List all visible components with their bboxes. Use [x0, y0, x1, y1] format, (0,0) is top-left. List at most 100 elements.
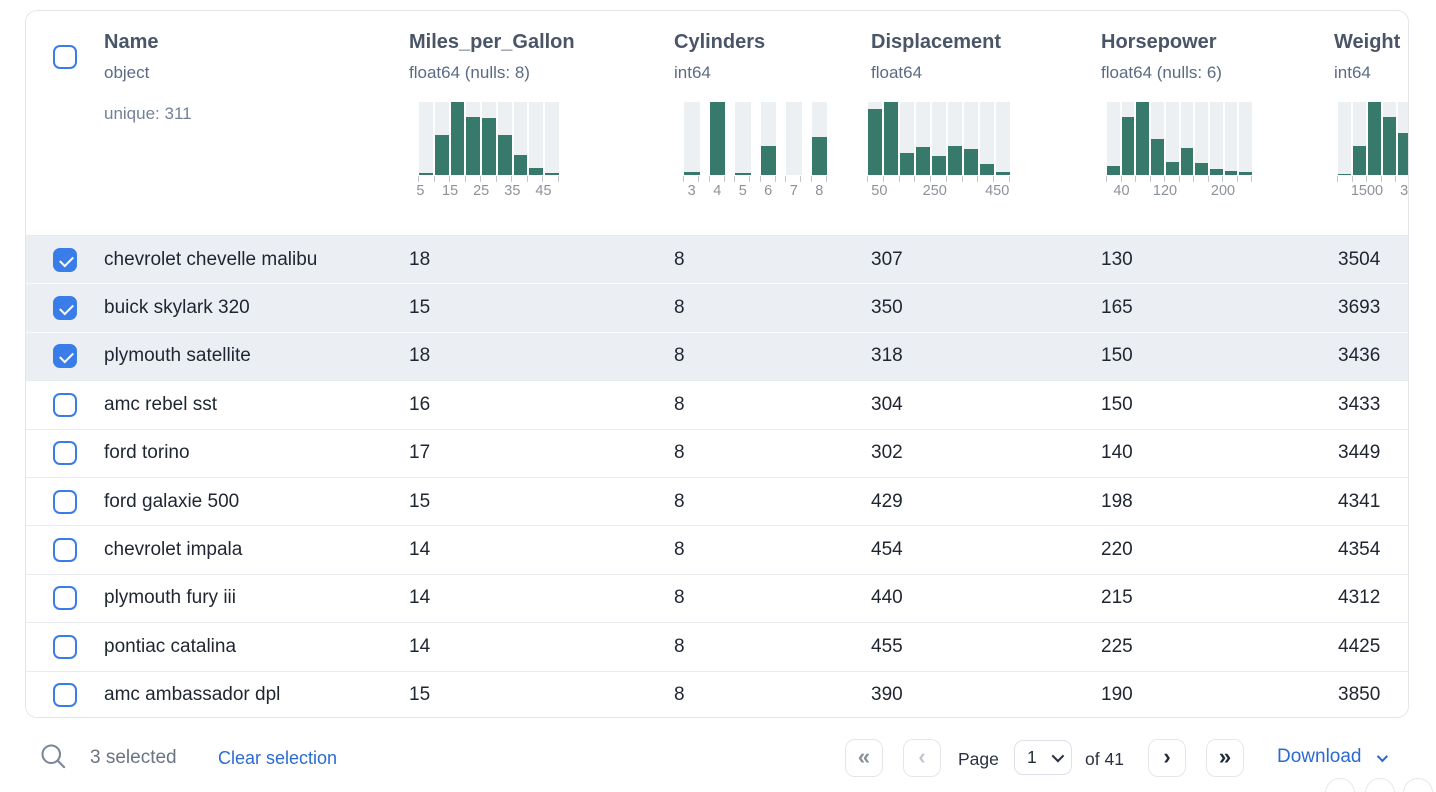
table-row[interactable]: plymouth satellite1883181503436 — [26, 332, 1409, 380]
histogram-bar — [1195, 163, 1208, 175]
row-checkbox[interactable] — [53, 683, 77, 707]
download-button[interactable]: Download — [1277, 746, 1385, 768]
next-page-button[interactable]: › — [1148, 739, 1186, 777]
row-value-cell: 150 — [1101, 345, 1334, 367]
axis-tick — [883, 176, 884, 182]
axis-tick-label: 200 — [1211, 183, 1235, 199]
histogram-bar — [1122, 117, 1135, 175]
last-page-button[interactable]: » — [1206, 739, 1244, 777]
row-value-cell: 140 — [1101, 442, 1334, 464]
axis-tick-label: 3 — [688, 183, 696, 199]
row-checkbox[interactable] — [53, 490, 77, 514]
table-row[interactable]: plymouth fury iii1484402154312 — [26, 574, 1409, 622]
axis-tick — [962, 176, 963, 182]
axis-tick-label: 3500 — [1400, 183, 1409, 199]
histogram-bin — [684, 102, 700, 175]
row-checkbox[interactable] — [53, 296, 77, 320]
row-select-cell — [26, 333, 104, 380]
column-histogram: 345678 — [679, 102, 832, 199]
row-value-cell: 8 — [674, 442, 871, 464]
histogram-bar — [710, 102, 726, 175]
prev-page-button[interactable]: ‹ — [903, 739, 941, 777]
row-checkbox[interactable] — [53, 586, 77, 610]
histogram-axis-labels: 50250450 — [868, 183, 1010, 199]
row-value-cell: 455 — [871, 636, 1101, 658]
select-all-checkbox[interactable] — [53, 45, 77, 69]
histogram-bin — [710, 102, 726, 175]
row-value-cell: 8 — [674, 587, 871, 609]
axis-tick — [1009, 176, 1010, 182]
histogram-bin — [419, 102, 433, 175]
cut-off-button[interactable] — [1325, 778, 1355, 792]
table-row[interactable]: amc rebel sst1683041503433 — [26, 380, 1409, 428]
row-value-cell: 14 — [409, 539, 674, 561]
download-label: Download — [1277, 746, 1362, 767]
row-value-cell: 390 — [871, 684, 1101, 706]
table-row[interactable]: buick skylark 3201583501653693 — [26, 283, 1409, 331]
cut-off-button[interactable] — [1403, 778, 1433, 792]
clear-selection-link[interactable]: Clear selection — [218, 748, 337, 769]
histogram-bin — [884, 102, 898, 175]
row-value-cell: 18 — [409, 345, 674, 367]
histogram-bar — [466, 117, 480, 175]
column-histogram: 515253545 — [419, 102, 559, 199]
row-value-cell: 454 — [871, 539, 1101, 561]
row-name-cell: amc ambassador dpl — [104, 684, 409, 706]
table-row[interactable]: pontiac catalina1484552254425 — [26, 622, 1409, 670]
histogram-bin — [735, 102, 751, 175]
histogram-bar — [1151, 139, 1164, 176]
histogram-bar — [884, 102, 898, 175]
first-page-button[interactable]: « — [845, 739, 883, 777]
row-checkbox[interactable] — [53, 635, 77, 659]
axis-tick — [724, 176, 725, 182]
header-select-cell — [26, 11, 104, 235]
axis-tick — [1135, 176, 1136, 182]
row-value-cell: 15 — [409, 491, 674, 513]
histogram-bar — [900, 153, 914, 175]
table-row[interactable]: chevrolet chevelle malibu1883071303504 — [26, 235, 1409, 283]
axis-tick — [977, 176, 978, 182]
row-select-cell — [26, 575, 104, 622]
column-title: Horsepower — [1101, 31, 1217, 54]
table-row[interactable]: ford torino1783021403449 — [26, 429, 1409, 477]
axis-tick — [1150, 176, 1151, 182]
row-value-cell: 3850 — [1334, 684, 1409, 706]
row-value-cell: 4341 — [1334, 491, 1409, 513]
axis-tick — [511, 176, 512, 182]
column-unique-count: unique: 311 — [104, 104, 192, 124]
axis-tick — [1164, 176, 1165, 182]
page-select[interactable]: 1 — [1014, 740, 1072, 775]
histogram-bin — [1383, 102, 1396, 175]
column-header-horsepower: Horsepowerfloat64 (nulls: 6)40120200 — [1101, 11, 1334, 235]
row-value-cell: 8 — [674, 636, 871, 658]
axis-tick — [496, 176, 497, 182]
row-checkbox[interactable] — [53, 538, 77, 562]
row-value-cell: 220 — [1101, 539, 1334, 561]
column-dtype: object — [104, 63, 149, 83]
search-icon[interactable] — [39, 742, 67, 770]
table-row[interactable]: ford galaxie 5001584291984341 — [26, 477, 1409, 525]
row-value-cell: 440 — [871, 587, 1101, 609]
row-checkbox[interactable] — [53, 248, 77, 272]
page-count-label: of 41 — [1085, 749, 1124, 770]
histogram-bin — [786, 102, 802, 175]
row-value-cell: 4354 — [1334, 539, 1409, 561]
axis-tick — [946, 176, 947, 182]
axis-tick-label: 4 — [713, 183, 721, 199]
row-value-cell: 3436 — [1334, 345, 1409, 367]
chevron-down-icon — [1377, 751, 1388, 762]
cut-off-button[interactable] — [1365, 778, 1395, 792]
row-checkbox[interactable] — [53, 441, 77, 465]
histogram-bin — [812, 102, 828, 175]
row-checkbox[interactable] — [53, 393, 77, 417]
axis-tick — [1208, 176, 1209, 182]
axis-tick — [558, 176, 559, 182]
row-value-cell: 190 — [1101, 684, 1334, 706]
data-table-card: Nameobjectunique: 311Miles_per_Gallonflo… — [25, 10, 1409, 718]
table-row[interactable]: amc ambassador dpl1583901903850 — [26, 671, 1409, 718]
table-row[interactable]: chevrolet impala1484542204354 — [26, 525, 1409, 573]
row-select-cell — [26, 236, 104, 283]
histogram-bin — [932, 102, 946, 175]
row-value-cell: 8 — [674, 249, 871, 271]
row-checkbox[interactable] — [53, 344, 77, 368]
